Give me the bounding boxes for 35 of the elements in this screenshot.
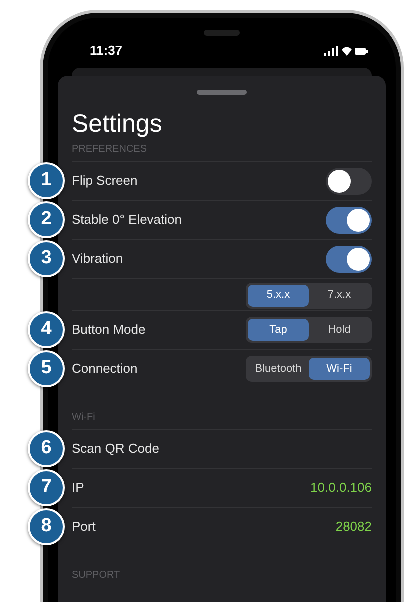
setting-label: Scan QR Code bbox=[72, 440, 160, 458]
number-badge: 8 bbox=[28, 508, 65, 546]
segment-option[interactable]: 5.x.x bbox=[248, 284, 309, 306]
section-header: Wi-Fi bbox=[72, 411, 96, 425]
number-badge: 3 bbox=[28, 240, 65, 278]
section-header: SUPPORT bbox=[72, 569, 122, 583]
setting-label: Button Mode bbox=[72, 321, 146, 340]
setting-label: IP bbox=[72, 479, 84, 498]
setting-value: 28082 bbox=[336, 518, 372, 536]
setting-value: 10.0.0.106 bbox=[310, 479, 372, 498]
segment-option[interactable]: Tap bbox=[248, 319, 309, 341]
status-icons bbox=[324, 46, 368, 56]
sheet-title: Settings bbox=[72, 109, 164, 139]
number-badge: 6 bbox=[28, 430, 65, 468]
toggle-switch[interactable] bbox=[326, 246, 372, 272]
number-badge: 1 bbox=[28, 162, 65, 200]
number-badge: 5 bbox=[28, 350, 65, 388]
setting-label: Stable 0° Elevation bbox=[72, 211, 182, 230]
section-header: PREFERENCES bbox=[72, 143, 148, 157]
setting-label: Vibration bbox=[72, 250, 124, 268]
number-badge: 2 bbox=[28, 202, 65, 238]
setting-label: Flip Screen bbox=[72, 172, 138, 190]
drag-handle[interactable] bbox=[197, 90, 247, 95]
number-badge: 7 bbox=[28, 470, 65, 506]
toggle-switch[interactable] bbox=[326, 168, 372, 194]
speaker-notch bbox=[204, 30, 240, 36]
setting-label: Connection bbox=[72, 360, 138, 378]
setting-label: Port bbox=[72, 518, 96, 536]
segment-option[interactable]: Bluetooth bbox=[248, 358, 309, 380]
number-badge: 4 bbox=[28, 312, 65, 348]
segment-option[interactable]: Hold bbox=[309, 319, 370, 341]
segment-option[interactable]: 7.x.x bbox=[309, 284, 370, 306]
toggle-switch[interactable] bbox=[326, 206, 372, 234]
segment-option[interactable]: Wi-Fi bbox=[309, 358, 370, 380]
status-time: 11:37 bbox=[90, 42, 123, 60]
